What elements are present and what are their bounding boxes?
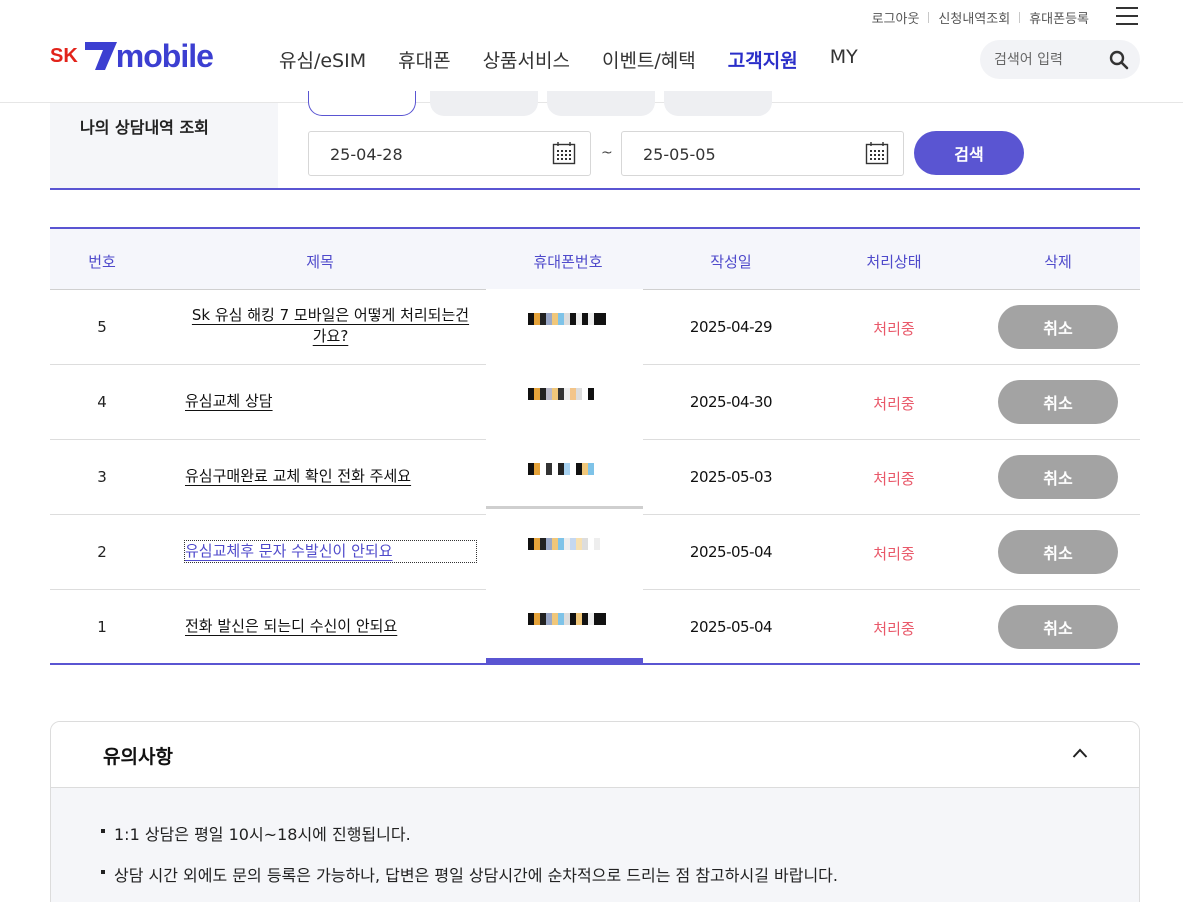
notice-item-text: 1:1 상담은 평일 10시~18시에 진행됩니다. xyxy=(114,825,411,844)
row-number: 1 xyxy=(97,618,107,636)
notice-item: 상담 시간 외에도 문의 등록은 가능하나, 답변은 평일 상담시간에 순차적으… xyxy=(101,862,838,886)
row-number: 3 xyxy=(97,468,107,486)
cancel-button[interactable]: 취소 xyxy=(998,605,1118,649)
column-header-date: 작성일 xyxy=(710,253,752,271)
nav-my[interactable]: MY xyxy=(830,46,858,73)
notice-body: 1:1 상담은 평일 10시~18시에 진행됩니다. 상담 시간 외에도 문의 … xyxy=(51,788,1139,902)
logo-mobile-text: mobile xyxy=(115,38,214,74)
notice-header[interactable]: 유의사항 xyxy=(51,722,1139,788)
cancel-button[interactable]: 취소 xyxy=(998,305,1118,349)
search-icon[interactable] xyxy=(1109,50,1129,70)
sk-7mobile-logo[interactable]: SK mobile xyxy=(50,38,214,74)
period-option-selected[interactable] xyxy=(308,91,416,116)
site-header: 로그아웃 신청내역조회 휴대폰등록 SK mobile 유심/eSIM 휴대폰 … xyxy=(0,0,1183,103)
row-title-link[interactable]: 유심교체후 문자 수발신이 안되요 xyxy=(184,540,477,563)
period-option[interactable] xyxy=(430,91,538,116)
row-status: 처리중 xyxy=(873,470,915,488)
column-header-title: 제목 xyxy=(306,253,334,271)
end-date-value: 25-05-05 xyxy=(643,145,716,164)
phone-column-scrollbar[interactable] xyxy=(486,658,643,665)
phone-column-artifact xyxy=(486,506,643,509)
menu-icon[interactable] xyxy=(1116,7,1138,25)
table-row: 2 유심교체후 문자 수발신이 안되요 2025-05-04 처리중 취소 xyxy=(50,514,1140,590)
filter-label: 나의 상담내역 조회 xyxy=(80,118,209,137)
notice-item: 1:1 상담은 평일 10시~18시에 진행됩니다. xyxy=(101,821,411,845)
nav-customer-support[interactable]: 고객지원 xyxy=(728,46,798,73)
start-date-field[interactable]: 25-04-28 xyxy=(308,131,591,176)
table-row: 4 유심교체 상담 2025-04-30 처리중 취소 xyxy=(50,364,1140,440)
notice-item-text: 상담 시간 외에도 문의 등록은 가능하나, 답변은 평일 상담시간에 순차적으… xyxy=(114,866,838,885)
row-status: 처리중 xyxy=(873,320,915,338)
start-date-value: 25-04-28 xyxy=(330,145,403,164)
divider xyxy=(1019,12,1021,23)
column-header-delete: 삭제 xyxy=(1044,253,1072,271)
notice-title: 유의사항 xyxy=(103,746,173,768)
period-option[interactable] xyxy=(547,91,655,116)
table-row: 1 전화 발신은 되는디 수신이 안되요 2025-05-04 처리중 취소 xyxy=(50,589,1140,665)
phone-register-link[interactable]: 휴대폰등록 xyxy=(1029,8,1089,27)
column-header-status: 처리상태 xyxy=(866,253,922,271)
date-range-separator: ~ xyxy=(601,145,613,161)
nav-phone[interactable]: 휴대폰 xyxy=(398,46,450,73)
nav-events-benefits[interactable]: 이벤트/혜택 xyxy=(602,46,696,73)
cancel-button[interactable]: 취소 xyxy=(998,455,1118,499)
column-header-phone: 휴대폰번호 xyxy=(533,253,603,271)
logo-sk-text: SK xyxy=(50,44,78,67)
utility-links: 로그아웃 신청내역조회 휴대폰등록 xyxy=(872,8,1089,27)
row-number: 2 xyxy=(97,543,107,561)
row-status: 처리중 xyxy=(873,395,915,413)
row-date: 2025-04-30 xyxy=(689,393,773,411)
nav-products-services[interactable]: 상품서비스 xyxy=(483,46,570,73)
inquiry-filter: 나의 상담내역 조회 25-04-28 ~ 25-05-05 검색 xyxy=(50,91,1140,190)
row-title-link[interactable]: Sk 유심 해킹 7 모바일은 어떻게 처리되는건 가요? xyxy=(185,305,476,347)
table-header: 번호 제목 휴대폰번호 작성일 처리상태 삭제 xyxy=(50,227,1140,290)
row-title-link[interactable]: 전화 발신은 되는디 수신이 안되요 xyxy=(185,616,476,637)
search-button[interactable]: 검색 xyxy=(914,131,1024,175)
inquiry-table: 번호 제목 휴대폰번호 작성일 처리상태 삭제 5 Sk 유심 해킹 7 모바일… xyxy=(50,227,1140,665)
chevron-up-icon[interactable] xyxy=(1072,748,1088,758)
row-title-link[interactable]: 유심교체 상담 xyxy=(185,391,476,412)
row-number: 4 xyxy=(97,393,107,411)
logout-link[interactable]: 로그아웃 xyxy=(872,8,920,27)
row-status: 처리중 xyxy=(873,620,915,638)
notice-accordion: 유의사항 1:1 상담은 평일 10시~18시에 진행됩니다. 상담 시간 외에… xyxy=(50,721,1140,902)
row-date: 2025-05-04 xyxy=(689,543,773,561)
application-history-link[interactable]: 신청내역조회 xyxy=(938,8,1010,27)
cancel-button[interactable]: 취소 xyxy=(998,380,1118,424)
divider xyxy=(928,12,930,23)
masked-phone-number xyxy=(486,589,643,665)
row-date: 2025-04-29 xyxy=(689,318,773,336)
row-number: 5 xyxy=(97,318,107,336)
period-option[interactable] xyxy=(664,91,772,116)
search-input[interactable] xyxy=(994,50,1104,70)
nav-usim-esim[interactable]: 유심/eSIM xyxy=(279,46,366,73)
calendar-icon[interactable] xyxy=(865,141,889,165)
end-date-field[interactable]: 25-05-05 xyxy=(621,131,904,176)
row-status: 처리중 xyxy=(873,545,915,563)
masked-phone-number xyxy=(486,364,643,440)
column-header-number: 번호 xyxy=(88,253,116,271)
calendar-icon[interactable] xyxy=(552,141,576,165)
logo-seven-mark xyxy=(84,42,117,70)
row-date: 2025-05-03 xyxy=(689,468,773,486)
masked-phone-number xyxy=(486,289,643,365)
masked-phone-number xyxy=(486,439,643,515)
cancel-button[interactable]: 취소 xyxy=(998,530,1118,574)
row-title-link[interactable]: 유심구매완료 교체 확인 전화 주세요 xyxy=(185,466,476,487)
header-search xyxy=(980,40,1140,79)
table-row: 3 유심구매완료 교체 확인 전화 주세요 2025-05-03 처리중 취소 xyxy=(50,439,1140,515)
row-date: 2025-05-04 xyxy=(689,618,773,636)
masked-phone-number xyxy=(486,514,643,590)
table-row: 5 Sk 유심 해킹 7 모바일은 어떻게 처리되는건 가요? 2025-04-… xyxy=(50,289,1140,365)
main-nav: 유심/eSIM 휴대폰 상품서비스 이벤트/혜택 고객지원 MY xyxy=(279,46,890,73)
filter-label-cell: 나의 상담내역 조회 xyxy=(50,103,278,188)
